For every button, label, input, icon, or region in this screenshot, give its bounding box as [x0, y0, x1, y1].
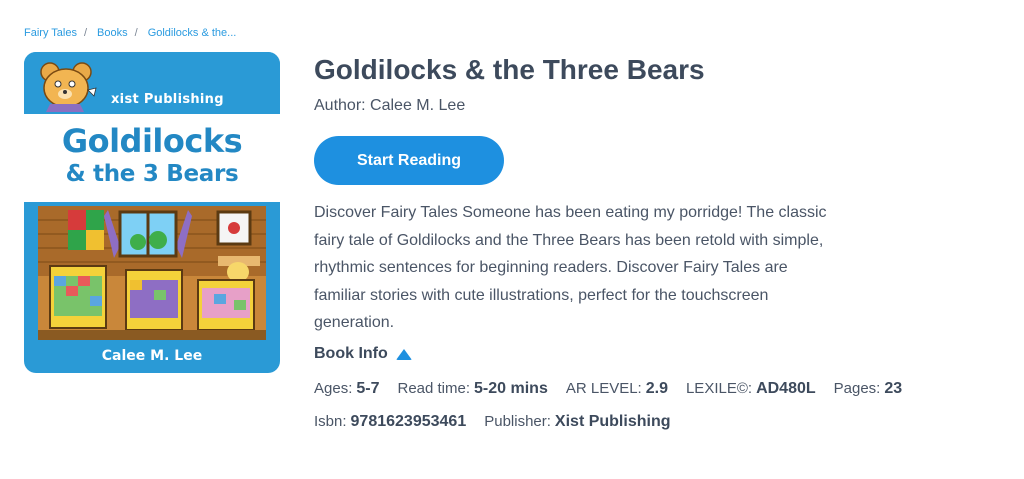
- meta-publisher-value: Xist Publishing: [554, 413, 671, 430]
- bear-icon: [40, 62, 97, 112]
- book-description: Discover Fairy Tales Someone has been ea…: [314, 204, 827, 331]
- book-cover[interactable]: xist Publishing Goldilocks & the 3 Bears: [24, 52, 280, 373]
- meta-isbn: Isbn: 9781623953461: [314, 413, 466, 431]
- meta-row-1: Ages: 5-7 Read time: 5-20 mins AR LEVEL: 2.…: [314, 380, 920, 398]
- cover-author: Calee M. Lee: [101, 348, 203, 364]
- breadcrumb-current[interactable]: Goldilocks & the...: [148, 27, 237, 39]
- meta-ar-level: AR LEVEL: 2.9: [566, 380, 668, 398]
- meta-publisher-label: Publisher:: [484, 413, 551, 430]
- meta-pages-label: Pages:: [833, 380, 881, 397]
- breadcrumb-separator: /: [83, 27, 88, 39]
- meta-pages: Pages: 23: [834, 380, 903, 398]
- author-label: Author:: [314, 97, 366, 114]
- caret-up-icon: [395, 348, 412, 360]
- meta-isbn-value: 9781623953461: [350, 413, 467, 430]
- book-info-toggle[interactable]: Book Info: [314, 345, 412, 363]
- meta-lexile-label: LEXILE©:: [685, 380, 753, 397]
- book-title: Goldilocks & the Three Bears: [314, 54, 705, 85]
- breadcrumb-books[interactable]: Books: [97, 27, 128, 39]
- meta-ar-value: 2.9: [645, 380, 668, 397]
- cover-title-band: Goldilocks & the 3 Bears: [24, 114, 280, 202]
- meta-pages-value: 23: [884, 380, 903, 397]
- meta-readtime: Read time: 5-20 mins: [397, 380, 547, 398]
- author-name: Calee M. Lee: [370, 97, 466, 114]
- breadcrumb: Fairy Tales / Books / Goldilocks & the..…: [24, 27, 236, 39]
- book-author: Author: Calee M. Lee: [314, 97, 465, 115]
- meta-row-2: Isbn: 9781623953461 Publisher: Xist Publis…: [314, 413, 688, 431]
- meta-lexile: LEXILE©: AD480L: [686, 380, 816, 398]
- breadcrumb-fairy-tales[interactable]: Fairy Tales: [24, 27, 77, 39]
- cover-title-line1: Goldilocks: [61, 122, 243, 160]
- start-reading-button[interactable]: Start Reading: [314, 136, 504, 185]
- meta-readtime-value: 5-20 mins: [474, 380, 548, 397]
- cover-publisher: xist Publishing: [111, 92, 224, 107]
- cover-illustration: [38, 206, 266, 340]
- meta-ages: Ages: 5-7: [314, 380, 379, 398]
- meta-isbn-label: Isbn:: [314, 413, 347, 430]
- meta-ages-label: Ages:: [314, 380, 353, 397]
- meta-lexile-value: AD480L: [756, 380, 816, 397]
- breadcrumb-separator: /: [134, 27, 138, 39]
- book-info-label: Book Info: [314, 345, 388, 362]
- meta-readtime-label: Read time:: [397, 380, 471, 397]
- meta-ar-label: AR LEVEL:: [565, 380, 642, 397]
- meta-publisher: Publisher: Xist Publishing: [484, 413, 670, 431]
- meta-ages-value: 5-7: [356, 380, 380, 397]
- cover-title-line2: & the 3 Bears: [65, 161, 239, 187]
